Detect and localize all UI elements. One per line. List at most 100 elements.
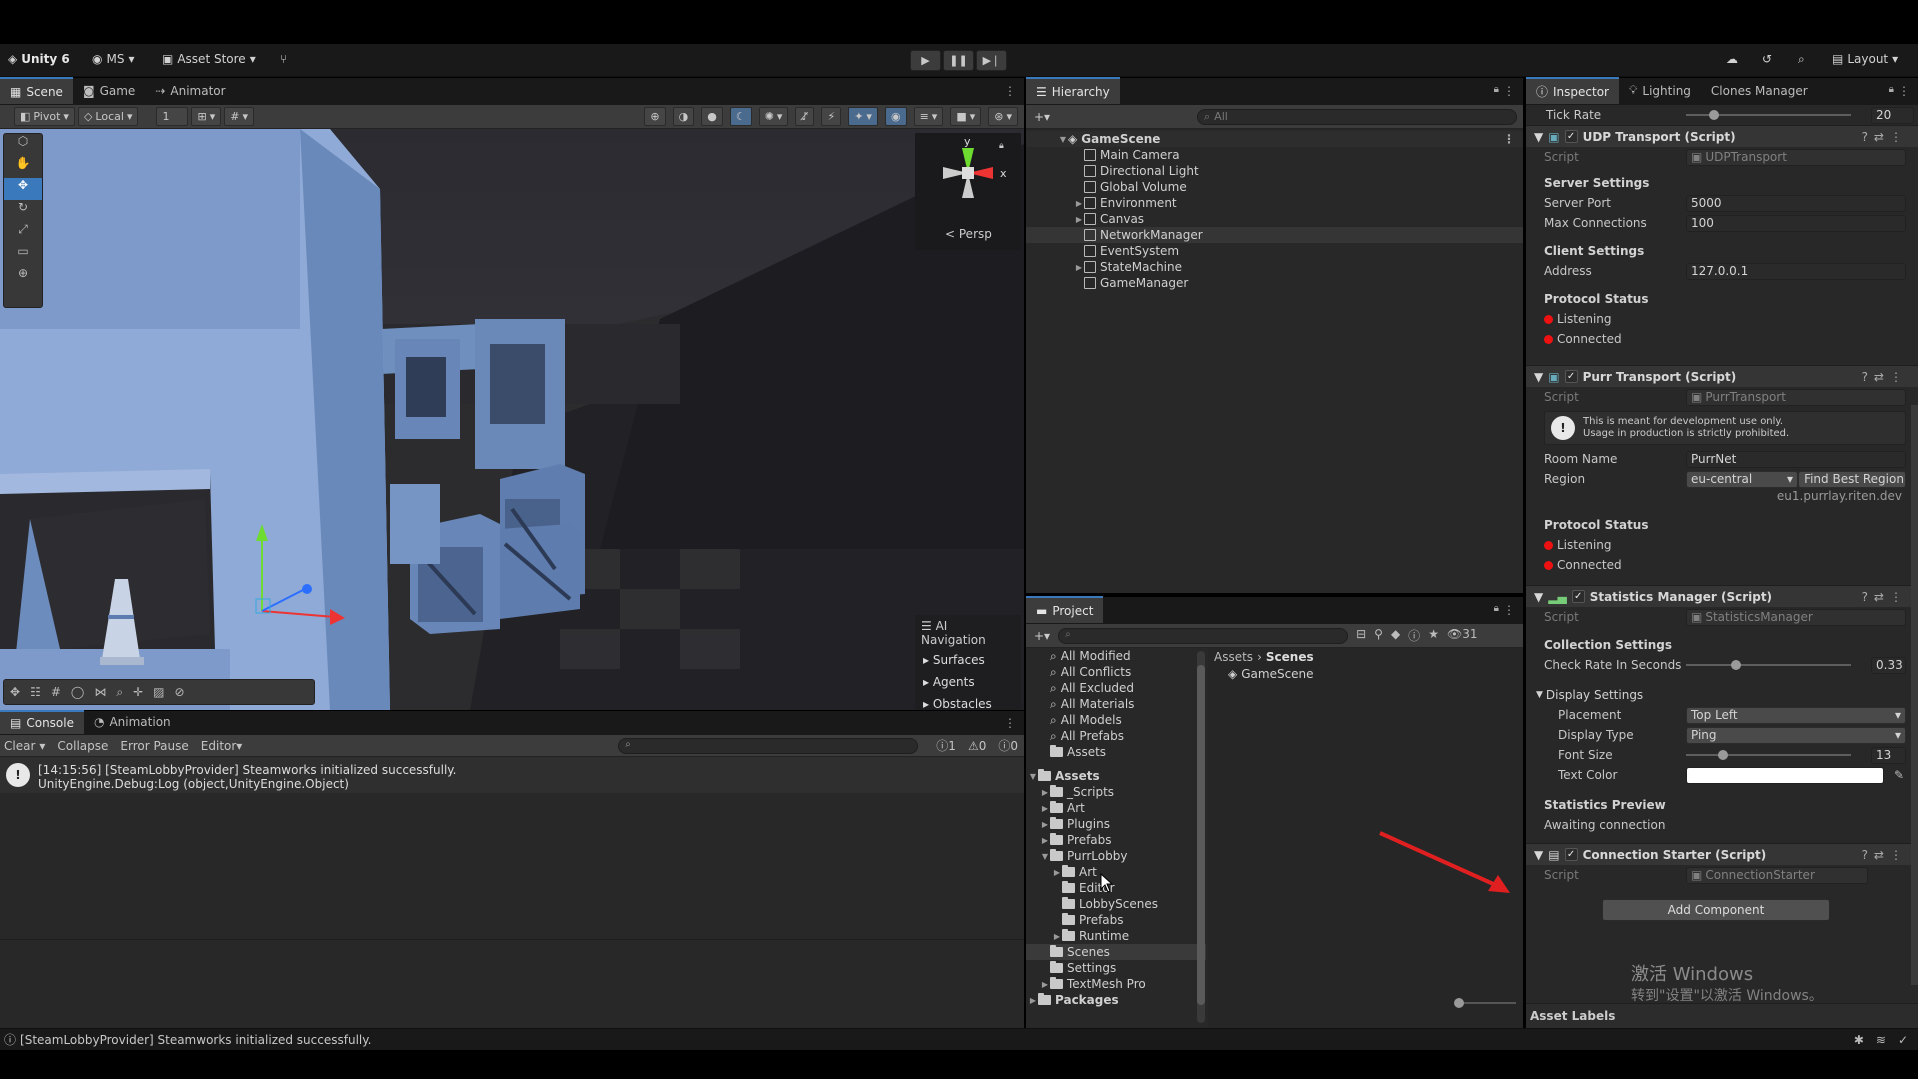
collapse-button[interactable]: Collapse (51, 739, 114, 753)
layout-dropdown[interactable]: ▤ Layout ▾ (1832, 52, 1898, 66)
persp-toggle[interactable]: < Persp (945, 227, 992, 241)
folder-item[interactable]: ▶ Plugins (1026, 816, 1206, 832)
hierarchy-item[interactable]: GameManager (1026, 275, 1523, 291)
expand-right-icon[interactable]: ▶ (1040, 820, 1050, 829)
lighting-toggle-button[interactable]: ⚡ (821, 107, 842, 126)
folder-item[interactable]: ▶ Art (1026, 864, 1206, 880)
scene-row[interactable]: ▼ ◈ GameScene ⋮ (1026, 131, 1523, 147)
icon-size-slider[interactable] (1454, 998, 1516, 1008)
folder-item[interactable]: ▶ _Scripts (1026, 784, 1206, 800)
favorite-item[interactable]: Assets (1026, 744, 1206, 760)
move-icon[interactable]: ✥ (10, 685, 20, 699)
tick-rate-field[interactable]: 20 (1871, 106, 1914, 124)
grid-toggle-button[interactable]: # ▾ (224, 107, 254, 126)
component-actions-icons[interactable]: ?⇄⋮ (1862, 370, 1908, 384)
transform-tool-button[interactable]: ⊕ (4, 266, 42, 288)
expand-right-icon[interactable]: ▶ (1052, 868, 1062, 877)
check-rate-field[interactable]: 0.33 (1871, 656, 1906, 674)
hand-tool-button[interactable]: ✋ (4, 156, 42, 178)
orientation-gizmo[interactable]: y x 🔒︎ < Persp (915, 133, 1021, 250)
label-icon[interactable]: ◆ (1391, 627, 1400, 644)
expand-right-icon[interactable]: ▶ (1028, 996, 1038, 1005)
history-button[interactable]: ↺ (1762, 52, 1772, 66)
expand-down-icon[interactable]: ▼ (1028, 772, 1038, 781)
progress-icon[interactable]: ≋ (1876, 1033, 1886, 1047)
cloud-button[interactable]: ☁ (1726, 52, 1738, 66)
step-button[interactable]: ▶❘ (976, 50, 1007, 71)
local-dropdown[interactable]: ◇ Local ▾ (77, 107, 139, 126)
more-icon[interactable]: ⋮ (1898, 84, 1910, 98)
asset-labels-section[interactable]: Asset Labels (1526, 1003, 1918, 1028)
log-count-toggle[interactable]: ⓘ1 (930, 737, 962, 754)
favorite-item[interactable]: ⌕ All Modified (1026, 648, 1206, 664)
pivot-dropdown[interactable]: ◧ Pivot ▾ (14, 107, 75, 126)
folder-item[interactable]: LobbyScenes (1026, 896, 1206, 912)
editor-dropdown[interactable]: Editor▾ (195, 739, 249, 753)
camera-dropdown[interactable]: ■ ▾ (950, 107, 982, 126)
room-name-field[interactable]: PurrNet (1686, 450, 1906, 468)
hidden-count[interactable]: 👁︎31 (1447, 627, 1478, 644)
warning-count-toggle[interactable]: ⚠0 (962, 739, 992, 753)
tab-console[interactable]: ▤ Console (0, 710, 84, 734)
tab-clones-manager[interactable]: Clones Manager (1701, 77, 1818, 104)
search-type-icon[interactable]: ⊟ (1356, 627, 1366, 644)
inspector-scrollbar[interactable] (1911, 405, 1918, 985)
bug-icon[interactable]: ✱ (1854, 1033, 1864, 1047)
hierarchy-item[interactable]: ▶ StateMachine (1026, 259, 1523, 275)
sliders-icon[interactable]: ☷ (30, 685, 41, 699)
tab-animator[interactable]: ⇢ Animator (145, 77, 235, 104)
shading-shaded-wire-button[interactable]: ◑ (672, 107, 695, 126)
expand-right-icon[interactable]: ▶ (1074, 199, 1084, 208)
font-size-slider[interactable] (1686, 750, 1851, 760)
snap-increment-button[interactable]: ⊞ ▾ (191, 107, 222, 126)
display-type-dropdown[interactable]: Ping ▾ (1686, 726, 1906, 744)
tick-rate-slider[interactable] (1686, 110, 1851, 120)
hierarchy-item[interactable]: NetworkManager (1026, 227, 1523, 243)
breadcrumb-scenes[interactable]: Scenes (1266, 650, 1314, 664)
statistics-manager-header[interactable]: ▼ ▂▄ ✓ Statistics Manager (Script) ?⇄⋮ (1526, 585, 1918, 607)
clear-dropdown-icon[interactable]: ▾ (39, 739, 51, 753)
status-bar[interactable]: ⓘ [SteamLobbyProvider] Steamworks initia… (0, 1028, 1918, 1050)
gizmos-dropdown[interactable]: ⊛ ▾ (988, 107, 1018, 126)
expand-right-icon[interactable]: ▶ (1052, 932, 1062, 941)
console-log-entry[interactable]: ! [14:15:56] [SteamLobbyProvider] Steamw… (0, 757, 1024, 793)
version-control-button[interactable]: ⑂ (280, 52, 287, 66)
more-icon[interactable]: ⋮ (1503, 132, 1515, 146)
more-icon[interactable]: ⋮ (1503, 84, 1515, 98)
hierarchy-item[interactable]: EventSystem (1026, 243, 1523, 259)
pause-button[interactable]: ❚❚ (943, 50, 974, 71)
collapse-icon[interactable]: ▼ (1534, 130, 1543, 144)
clear-button[interactable]: Clear (0, 739, 39, 753)
text-color-swatch[interactable] (1686, 766, 1884, 784)
expand-right-icon[interactable]: ▶ (1074, 215, 1084, 224)
create-button[interactable]: +▾ (1026, 110, 1058, 124)
nodes-icon[interactable]: ⋈ (94, 685, 106, 699)
folder-item[interactable]: Settings (1026, 960, 1206, 976)
account-dropdown[interactable]: ◉ MS ▾ (92, 52, 135, 66)
hierarchy-item[interactable]: ▶ Canvas (1026, 211, 1523, 227)
connection-starter-header[interactable]: ▼ ▤ ✓ Connection Starter (Script) ?⇄⋮ (1526, 843, 1918, 865)
unity-account-menu[interactable]: ◈ Unity 6 (8, 52, 70, 66)
folder-item[interactable]: Prefabs (1026, 912, 1206, 928)
expand-right-icon[interactable]: ▶ (1040, 788, 1050, 797)
expand-down-icon[interactable]: ▼ (1058, 135, 1068, 144)
find-best-region-button[interactable]: Find Best Region (1798, 470, 1906, 488)
hierarchy-item[interactable]: ▶ Environment (1026, 195, 1523, 211)
expand-right-icon[interactable]: ▶ (1040, 836, 1050, 845)
more-icon[interactable]: ⋮ (1004, 716, 1016, 730)
move-tool-button[interactable]: ✥ (4, 178, 42, 200)
project-search-input[interactable]: ⌕ (1058, 627, 1349, 644)
display-settings-header[interactable]: ▼ Display Settings (1526, 685, 1918, 705)
folder-item[interactable]: ▼ PurrLobby (1026, 848, 1206, 864)
breadcrumb-assets[interactable]: Assets (1214, 650, 1253, 664)
effects-dropdown[interactable]: ✦ ▾ (848, 107, 878, 126)
tab-game[interactable]: ◙ Game (73, 77, 145, 104)
more-icon[interactable]: ⋮ (1503, 603, 1515, 617)
component-actions-icons[interactable]: ?⇄⋮ (1862, 130, 1908, 144)
favorite-item[interactable]: ⌕ All Materials (1026, 696, 1206, 712)
scale-tool-button[interactable]: ⤢ (4, 222, 42, 244)
collapse-icon[interactable]: ▼ (1534, 590, 1543, 604)
grid-size-field[interactable]: 1 (156, 107, 189, 126)
assets-root[interactable]: ▼ Assets (1026, 768, 1206, 784)
compass-icon[interactable]: ⊘ (174, 685, 184, 699)
